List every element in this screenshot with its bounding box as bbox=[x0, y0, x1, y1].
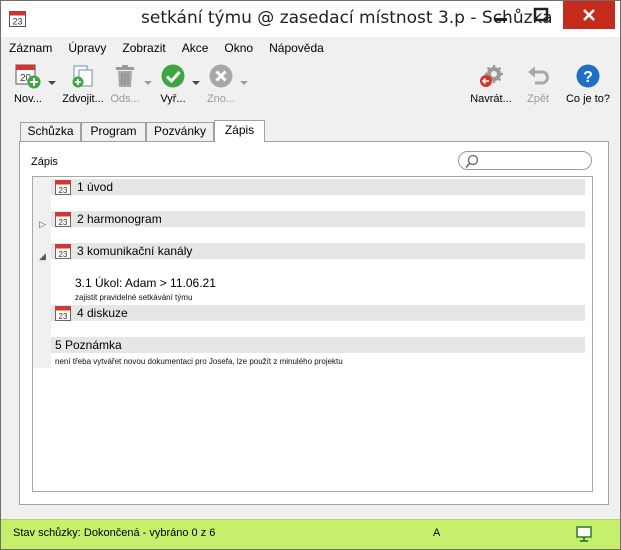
search-box[interactable] bbox=[458, 151, 592, 170]
trash-icon bbox=[116, 65, 134, 87]
status-mode: A bbox=[433, 527, 441, 539]
list-item[interactable]: 5 Poznámka není třeba vytvářet novou dok… bbox=[33, 337, 585, 371]
complete-button[interactable]: Vyř... bbox=[156, 62, 190, 108]
calendar-new-icon: 20 bbox=[15, 64, 41, 89]
item-title: 5 Poznámka bbox=[55, 338, 122, 352]
item-header-bar bbox=[51, 179, 585, 195]
complete-button-label: Vyř... bbox=[160, 93, 186, 105]
item-title: 1 úvod bbox=[77, 180, 114, 194]
help-button-label: Co je to? bbox=[565, 93, 611, 105]
cancel-button-label: Zno... bbox=[206, 93, 236, 105]
item-header-bar bbox=[51, 305, 585, 321]
complete-dropdown-arrow[interactable] bbox=[192, 81, 200, 85]
task-title[interactable]: 3.1 Úkol: Adam > 11.06.21 bbox=[75, 276, 216, 290]
maximize-button[interactable] bbox=[522, 1, 560, 29]
calendar-icon: 23 bbox=[55, 306, 71, 321]
revert-button-label: Navrát... bbox=[470, 93, 512, 105]
task-note: zajistit pravidelné setkávání týmu bbox=[75, 293, 193, 302]
menu-okno[interactable]: Okno bbox=[224, 41, 253, 55]
tab-program[interactable]: Program bbox=[81, 122, 146, 141]
tab-panel-zapis: Zápis 23 1 úvod ▷ 23 2 harmonogram ◢ 23 … bbox=[19, 141, 609, 505]
status-bar: Stav schůzky: Dokončená - vybráno 0 z 6 … bbox=[1, 519, 620, 549]
svg-text:23: 23 bbox=[59, 250, 68, 259]
status-text: Stav schůzky: Dokončená - vybráno 0 z 6 bbox=[13, 527, 216, 539]
new-dropdown-arrow[interactable] bbox=[48, 81, 56, 85]
back-button-label: Zpět bbox=[526, 93, 549, 105]
minimize-button[interactable] bbox=[482, 1, 520, 29]
help-button[interactable]: ? Co je to? bbox=[563, 62, 613, 108]
minutes-list[interactable]: 23 1 úvod ▷ 23 2 harmonogram ◢ 23 3 komu… bbox=[32, 176, 593, 492]
tab-zapis[interactable]: Zápis bbox=[214, 120, 265, 142]
minimize-icon bbox=[495, 18, 507, 21]
gear-revert-icon bbox=[480, 65, 503, 87]
list-item[interactable]: 23 4 diskuze bbox=[33, 305, 585, 337]
calendar-icon: 23 bbox=[55, 244, 71, 259]
search-input[interactable] bbox=[483, 153, 583, 168]
delete-dropdown-arrow[interactable] bbox=[144, 81, 152, 85]
tab-schuzka[interactable]: Schůzka bbox=[20, 122, 81, 141]
meeting-window: 23 setkání týmu @ zasedací místnost 3.p … bbox=[0, 0, 621, 550]
delete-button[interactable]: Ods... bbox=[108, 62, 142, 108]
toolbar: 20 Nov... Zdvojit... Ods... Vyř... Zno..… bbox=[1, 58, 620, 109]
duplicate-icon bbox=[72, 65, 93, 88]
monitor-icon[interactable] bbox=[575, 525, 593, 543]
close-button[interactable] bbox=[563, 1, 615, 29]
check-circle-icon bbox=[161, 64, 185, 88]
cancel-button[interactable]: Zno... bbox=[204, 62, 238, 108]
help-icon: ? bbox=[576, 64, 600, 88]
menu-zaznam[interactable]: Záznam bbox=[9, 41, 52, 55]
duplicate-button[interactable]: Zdvojit... bbox=[59, 62, 107, 108]
window-title: setkání týmu @ zasedací místnost 3.p - S… bbox=[141, 8, 553, 28]
expand-arrow-icon[interactable]: ▷ bbox=[39, 219, 46, 230]
item-title: 4 diskuze bbox=[77, 306, 128, 320]
close-icon bbox=[583, 9, 595, 21]
item-note: není třeba vytvářet novou dokumentaci pr… bbox=[55, 357, 343, 366]
menu-napoveda[interactable]: Nápověda bbox=[269, 41, 324, 55]
calendar-icon: 23 bbox=[55, 212, 71, 227]
list-item[interactable]: ◢ 23 3 komunikační kanály 3.1 Úkol: Adam… bbox=[33, 241, 585, 305]
duplicate-button-label: Zdvojit... bbox=[62, 93, 104, 105]
calendar-icon: 23 bbox=[55, 180, 71, 195]
title-bar: 23 setkání týmu @ zasedací místnost 3.p … bbox=[1, 1, 620, 37]
svg-text:23: 23 bbox=[59, 312, 68, 321]
search-icon bbox=[465, 154, 479, 169]
list-item[interactable]: 23 1 úvod bbox=[33, 177, 585, 209]
new-button-label: Nov... bbox=[14, 93, 42, 105]
menu-bar: Záznam Úpravy Zobrazit Akce Okno Nápověd… bbox=[1, 37, 620, 58]
back-button[interactable]: Zpět bbox=[521, 62, 555, 108]
item-title: 2 harmonogram bbox=[77, 212, 162, 226]
x-circle-icon bbox=[209, 64, 233, 88]
cancel-dropdown-arrow[interactable] bbox=[240, 81, 248, 85]
list-item[interactable]: ▷ 23 2 harmonogram bbox=[33, 209, 585, 241]
menu-akce[interactable]: Akce bbox=[182, 41, 209, 55]
zapis-label: Zápis bbox=[31, 156, 58, 168]
menu-upravy[interactable]: Úpravy bbox=[68, 41, 106, 55]
svg-text:23: 23 bbox=[59, 186, 68, 195]
maximize-icon bbox=[533, 7, 549, 22]
collapse-arrow-icon[interactable]: ◢ bbox=[39, 251, 46, 262]
item-title: 3 komunikační kanály bbox=[77, 244, 193, 258]
delete-button-label: Ods... bbox=[110, 93, 140, 105]
new-button[interactable]: 20 Nov... bbox=[9, 62, 47, 108]
undo-icon bbox=[528, 66, 549, 85]
menu-zobrazit[interactable]: Zobrazit bbox=[122, 41, 165, 55]
item-header-bar bbox=[51, 337, 585, 353]
revert-button[interactable]: Navrát... bbox=[467, 62, 515, 108]
svg-text:23: 23 bbox=[59, 218, 68, 227]
tab-pozvanky[interactable]: Pozvánky bbox=[146, 122, 214, 141]
svg-text:?: ? bbox=[583, 69, 593, 86]
